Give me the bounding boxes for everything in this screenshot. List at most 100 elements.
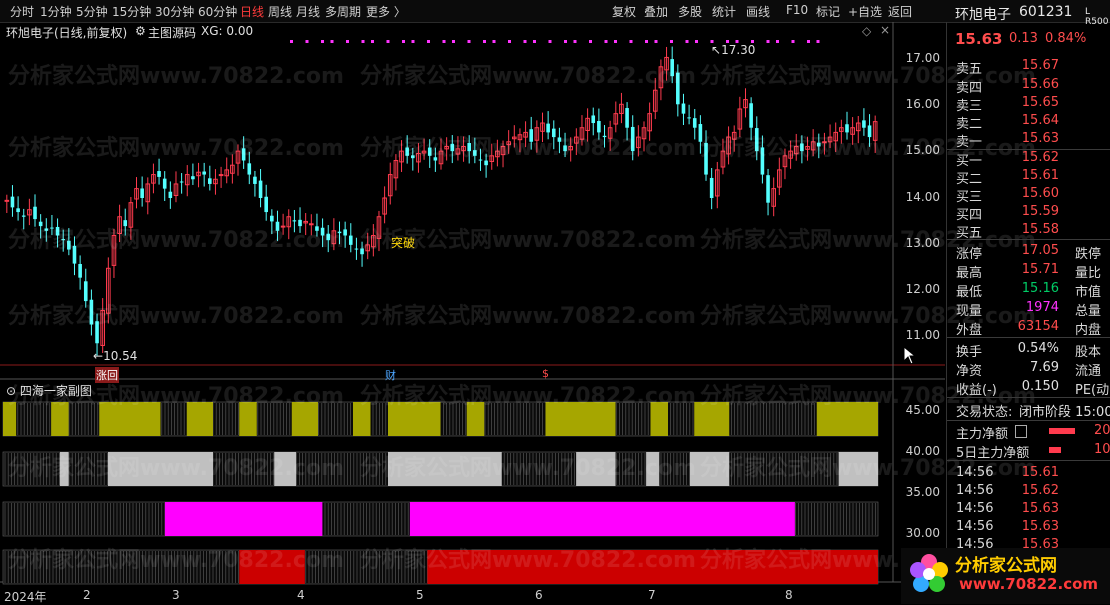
trade-status-label: 交易状态: — [956, 405, 1013, 420]
close-icon[interactable]: × — [880, 23, 890, 37]
signal-dot — [467, 40, 471, 43]
indicator-name[interactable]: 主图源码 — [148, 24, 196, 41]
period-monthly[interactable]: 月线 — [296, 3, 320, 20]
signal-dot — [654, 40, 658, 43]
signal-dot — [791, 40, 795, 43]
mark-button[interactable]: 标记 — [816, 3, 840, 20]
period-30min[interactable]: 30分钟 — [155, 3, 194, 20]
stat-row: 外盘 63154 内盘 — [947, 318, 1110, 338]
price-change-pct: 0.84% — [1045, 31, 1087, 46]
period-fenshi[interactable]: 分时 — [10, 3, 34, 20]
sub-band-segment — [409, 502, 795, 536]
divider — [947, 239, 1110, 240]
watermark: 分析家公式网www.70822.com — [360, 548, 696, 573]
stats-button[interactable]: 统计 — [712, 3, 736, 20]
stat-value: 15.16 — [1021, 281, 1059, 296]
sub-y-tick: 30.00 — [905, 526, 940, 540]
stat-row: 收益(-) 0.150 PE(动 — [947, 378, 1110, 398]
watermark: 分析家公式网www.70822.com — [360, 304, 696, 329]
signal-dot — [483, 40, 486, 43]
period-15min[interactable]: 15分钟 — [112, 3, 151, 20]
main-net-label: 主力净额 — [956, 427, 1009, 442]
signal-dot — [402, 40, 405, 43]
watermark: 分析家公式网www.70822.com — [360, 228, 696, 253]
period-1min[interactable]: 1分钟 — [40, 3, 72, 20]
candle-body — [10, 196, 15, 208]
stat-label: 涨停 — [956, 247, 983, 262]
candle-body — [253, 176, 257, 184]
watermark: 分析家公式网www.70822.com — [360, 456, 696, 481]
multi-stock-button[interactable]: 多股 — [678, 3, 702, 20]
date-label: 2 — [83, 588, 91, 602]
signal-dot — [629, 40, 633, 43]
signal-dot — [290, 40, 293, 43]
overlay-button[interactable]: 叠加 — [644, 3, 668, 20]
net5-label: 5日主力净额 — [956, 446, 1030, 461]
trade-status-value: 闭市阶段 15:00 — [1019, 405, 1110, 420]
tick-row: 14:56 15.61 — [947, 464, 1110, 483]
stat-row: 涨停 17.05 跌停 — [947, 242, 1110, 262]
ask-price: 15.67 — [1021, 58, 1059, 73]
signal-dot — [371, 40, 374, 43]
draw-line-button[interactable]: 画线 — [746, 3, 770, 20]
period-daily[interactable]: 日线 — [240, 3, 264, 20]
candle-body — [709, 177, 714, 198]
sub-band-segment — [164, 502, 323, 536]
candle-body — [258, 180, 263, 198]
candle-body — [157, 171, 161, 177]
signal-dot — [346, 40, 349, 43]
ask-price: 15.64 — [1021, 113, 1059, 128]
candle-body — [766, 175, 770, 203]
period-5min[interactable]: 5分钟 — [76, 3, 108, 20]
bid-row: 买五 15.58 — [947, 221, 1110, 241]
f10-button[interactable]: F10 — [786, 3, 808, 17]
signal-dot — [614, 40, 617, 43]
signal-dot — [766, 40, 770, 43]
diamond-icon[interactable]: ◇ — [862, 24, 871, 38]
divider — [947, 460, 1110, 461]
divider — [947, 397, 1110, 398]
y-tick: 14.00 — [905, 190, 940, 204]
stock-header: 环旭电子 601231 L R500 — [947, 0, 1110, 27]
period-toolbar: 分时 1分钟 5分钟 15分钟 30分钟 60分钟 日线 周线 月线 多周期 更… — [0, 0, 1110, 23]
chart-area[interactable]: 环旭电子(日线,前复权) ⚙ 主图源码 XG: 0.00 ◇ × ↖17.30 … — [0, 22, 1036, 604]
period-60min[interactable]: 60分钟 — [198, 3, 237, 20]
ask-price: 15.66 — [1021, 77, 1059, 92]
gear-icon[interactable]: ⚙ — [135, 24, 146, 38]
period-more[interactable]: 更多 〉 — [366, 3, 406, 20]
signal-dot — [645, 40, 648, 43]
list-icon[interactable] — [1015, 425, 1027, 438]
date-label: 5 — [416, 588, 424, 602]
signal-dot — [523, 40, 527, 43]
candle-body — [179, 181, 184, 183]
period-multi[interactable]: 多周期 — [325, 3, 361, 20]
bid-price: 15.59 — [1021, 204, 1059, 219]
date-label: 3 — [172, 588, 180, 602]
stat-label: 外盘 — [956, 323, 983, 338]
bid-price: 15.60 — [1021, 186, 1059, 201]
period-weekly[interactable]: 周线 — [268, 3, 292, 20]
add-favorite-button[interactable]: +自选 — [848, 3, 882, 20]
signal-dot — [533, 40, 536, 43]
stat-label2: 跌停 — [1075, 247, 1102, 262]
back-button[interactable]: 返回 — [888, 3, 912, 20]
ask-label: 卖五 — [956, 62, 983, 77]
watermark: 分析家公式网www.70822.com — [8, 304, 344, 329]
y-tick: 16.00 — [905, 97, 940, 111]
divider — [947, 420, 1110, 421]
stat-label2: 股本 — [1075, 345, 1102, 360]
tick-time: 14:56 — [956, 501, 994, 516]
candle-body — [749, 103, 753, 128]
watermark: 分析家公式网www.70822.com — [8, 136, 344, 161]
stock-code: 601231 — [1019, 4, 1073, 20]
main-net-bar — [1049, 428, 1075, 434]
fuquan-button[interactable]: 复权 — [612, 3, 636, 20]
watermark: 分析家公式网www.70822.com — [8, 384, 344, 409]
candle-body — [191, 176, 195, 180]
sub-y-tick: 35.00 — [905, 485, 940, 499]
ask-row: 卖一 15.63 — [947, 130, 1110, 150]
signal-dot — [816, 40, 820, 43]
tick-price: 15.61 — [1021, 465, 1059, 480]
stat-row: 现量 1974 总量 — [947, 299, 1110, 319]
ask-price: 15.65 — [1021, 95, 1059, 110]
